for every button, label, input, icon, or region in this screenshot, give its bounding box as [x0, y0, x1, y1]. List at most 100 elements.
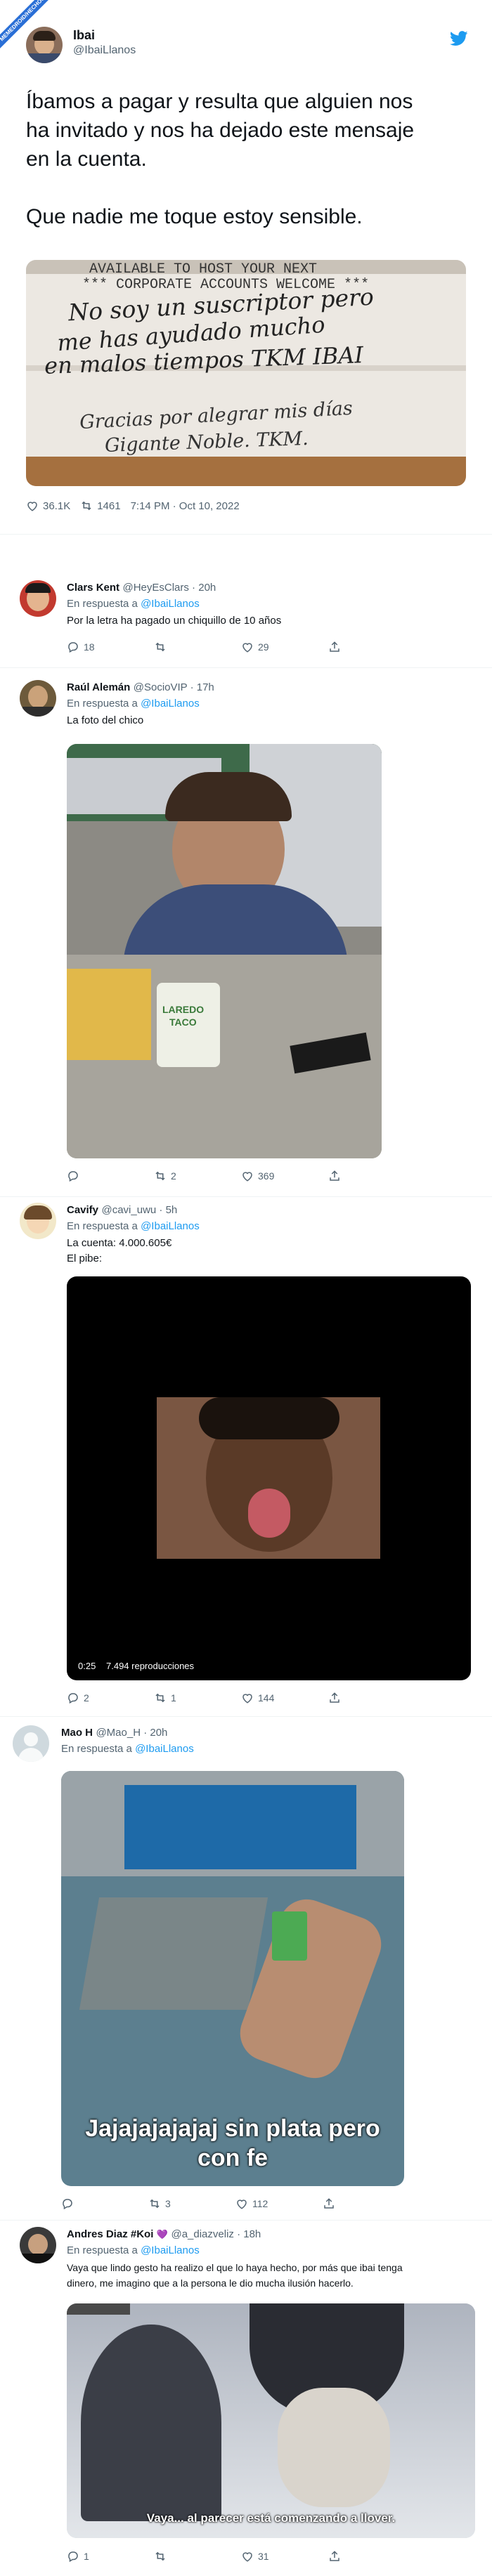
replying-to-label: En respuesta a	[67, 2244, 138, 2256]
note-hand-line4: Gracias por alegrar mis días	[79, 397, 354, 434]
heart-icon[interactable]	[241, 2550, 254, 2563]
note-hand-line5: Gigante Noble. TKM.	[104, 427, 309, 457]
likes-count: 36.1K	[43, 499, 71, 512]
reply-author-name[interactable]: Raúl Alemán	[67, 681, 130, 693]
comment-icon[interactable]	[67, 641, 79, 653]
heart-icon[interactable]	[241, 1692, 254, 1704]
replying-to-label: En respuesta a	[67, 698, 138, 710]
reply-handle[interactable]: @HeyEsClars · 20h	[122, 582, 216, 594]
tweet-text-line2: ha invitado y nos ha dejado este mensaje	[26, 119, 415, 142]
reply-author-name[interactable]: Cavify	[67, 1204, 98, 1216]
tweet-photo-note[interactable]: AVAILABLE TO HOST YOUR NEXT *** CORPORAT…	[26, 260, 466, 486]
tweet-text-line1: Íbamos a pagar y resulta que alguien nos	[26, 90, 413, 113]
likes-count: 144	[258, 1692, 275, 1704]
replying-to-label: En respuesta a	[61, 1743, 132, 1755]
cup-label-2: TACO	[169, 1016, 197, 1028]
reply-text-line2: El pibe:	[67, 1253, 103, 1264]
share-icon[interactable]	[328, 641, 341, 653]
reply-gif-anime[interactable]: Vaya... al parecer está comenzando a llo…	[67, 2303, 475, 2538]
replying-to-link[interactable]: @IbaiLlanos	[141, 1220, 200, 1232]
tweet-text-line3: en la cuenta.	[26, 148, 147, 171]
replying-to-link[interactable]: @IbaiLlanos	[141, 698, 200, 710]
reply-author-name[interactable]: Andres Diaz #Koi	[67, 2228, 153, 2240]
reply-photo-atm[interactable]: Jajajajajajaj sin plata pero con fe	[61, 1771, 404, 2186]
divider	[0, 1196, 492, 1197]
avatar-default[interactable]	[13, 1725, 49, 1762]
retweets-count: 2	[171, 1170, 176, 1182]
video-duration: 0:25	[78, 1661, 96, 1671]
meme-caption-line2: con fe	[197, 2145, 268, 2171]
retweet-icon[interactable]	[154, 1170, 167, 1182]
reply-handle[interactable]: @SocioVIP · 17h	[134, 681, 214, 693]
retweets-count: 1461	[97, 499, 121, 512]
avatar[interactable]	[20, 680, 56, 717]
tweet-timestamp: 7:14 PM · Oct 10, 2022	[130, 499, 240, 512]
divider	[0, 667, 492, 668]
comment-icon[interactable]	[67, 1170, 79, 1182]
heart-icon[interactable]	[26, 499, 39, 512]
reply-handle[interactable]: @a_diazveliz · 18h	[171, 2228, 261, 2240]
likes-count: 31	[258, 2551, 269, 2562]
likes-count: 29	[258, 641, 269, 653]
twitter-bird-icon	[450, 31, 468, 46]
avatar[interactable]	[20, 580, 56, 617]
reply-handle[interactable]: @Mao_H · 20h	[96, 1727, 167, 1739]
comment-icon[interactable]	[67, 1692, 79, 1704]
author-handle[interactable]: @IbaiLlanos	[73, 44, 136, 57]
share-icon[interactable]	[328, 2550, 341, 2563]
share-icon[interactable]	[328, 1692, 341, 1704]
retweet-icon[interactable]	[80, 499, 93, 512]
likes-count: 112	[252, 2198, 268, 2209]
comments-count: 1	[84, 2551, 89, 2562]
avatar[interactable]	[26, 27, 63, 63]
cup-label-1: LAREDO	[162, 1004, 205, 1015]
purple-heart-icon: 💜	[156, 2229, 169, 2240]
reply-actions: 18 29	[67, 641, 341, 653]
reply-handle[interactable]: @cavi_uwu · 5h	[101, 1204, 177, 1216]
retweets-count: 1	[171, 1692, 176, 1704]
replying-to-link[interactable]: @IbaiLlanos	[141, 2244, 200, 2256]
reply-actions: 2 1 144	[67, 1692, 341, 1704]
replying-to-label: En respuesta a	[67, 1220, 138, 1232]
reply-text-line1: La cuenta: 4.000.605€	[67, 1237, 172, 1249]
tweet-stats: 36.1K 1461 7:14 PM · Oct 10, 2022	[26, 499, 240, 512]
tweet-text-line4: Que nadie me toque estoy sensible.	[26, 205, 363, 228]
comments-count: 2	[84, 1692, 89, 1704]
replying-to-label: En respuesta a	[67, 598, 138, 610]
comment-icon[interactable]	[61, 2197, 74, 2210]
heart-icon[interactable]	[241, 1170, 254, 1182]
divider	[0, 2220, 492, 2221]
retweet-icon[interactable]	[154, 2550, 167, 2563]
reply-author-name[interactable]: Clars Kent	[67, 582, 119, 594]
retweet-icon[interactable]	[154, 1692, 167, 1704]
reply-author-name[interactable]: Mao H	[61, 1727, 93, 1739]
reply-text-line2: dinero, me imagino que a la persona le d…	[67, 2277, 354, 2289]
comments-count: 18	[84, 641, 95, 653]
heart-icon[interactable]	[241, 641, 254, 653]
avatar[interactable]	[20, 2227, 56, 2263]
share-icon[interactable]	[323, 2197, 335, 2210]
replying-to-link[interactable]: @IbaiLlanos	[141, 598, 200, 610]
replying-to-link[interactable]: @IbaiLlanos	[135, 1743, 194, 1755]
heart-icon[interactable]	[235, 2197, 248, 2210]
author-name[interactable]: Ibai	[73, 28, 95, 43]
reply-video[interactable]: 0:25 7.494 reproducciones	[67, 1276, 471, 1680]
reply-text: Por la letra ha pagado un chiquillo de 1…	[67, 615, 282, 627]
share-icon[interactable]	[328, 1170, 341, 1182]
note-print-line1: AVAILABLE TO HOST YOUR NEXT	[89, 261, 318, 277]
retweet-icon[interactable]	[154, 641, 167, 653]
divider	[0, 1716, 492, 1717]
gif-subtitle: Vaya... al parecer está comenzando a llo…	[146, 2511, 396, 2525]
meme-caption-line1: Jajajajajajaj sin plata pero	[85, 2115, 380, 2142]
reply-text: La foto del chico	[67, 714, 144, 726]
reply-actions: 3 112	[61, 2197, 335, 2210]
reply-text-line1: Vaya que lindo gesto ha realizo el que l…	[67, 2262, 403, 2273]
avatar[interactable]	[20, 1203, 56, 1239]
retweets-count: 3	[165, 2198, 171, 2209]
comment-icon[interactable]	[67, 2550, 79, 2563]
video-thumbnail	[157, 1397, 380, 1559]
video-views: 7.494 reproducciones	[106, 1661, 195, 1671]
reply-photo-boy[interactable]: LAREDO TACO	[67, 744, 382, 1158]
reply-actions: 2 369	[67, 1170, 341, 1182]
retweet-icon[interactable]	[148, 2197, 161, 2210]
